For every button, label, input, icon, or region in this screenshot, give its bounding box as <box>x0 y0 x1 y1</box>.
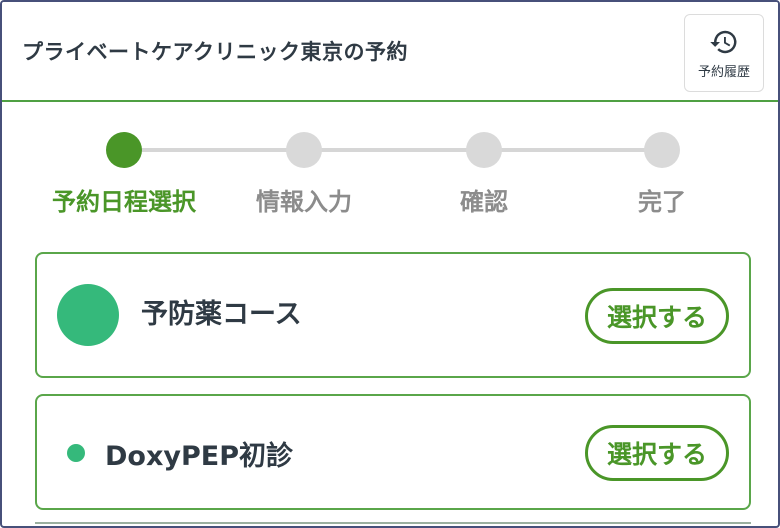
course-card-doxypep: DoxyPEP初診 選択する <box>35 394 751 510</box>
course-title: DoxyPEP初診 <box>105 441 293 472</box>
header: プライベートケアクリニック東京の予約 予約履歴 <box>2 2 778 102</box>
step-dot-2 <box>286 132 322 168</box>
step-label-info: 情報入力 <box>256 188 352 216</box>
history-label: 予約履歴 <box>697 64 750 80</box>
next-card-edge <box>35 522 751 526</box>
step-dot-1 <box>106 132 142 168</box>
select-course-button[interactable]: 選択する <box>585 425 729 481</box>
step-dot-4 <box>644 132 680 168</box>
step-label-schedule: 予約日程選択 <box>52 188 196 216</box>
reservation-history-button[interactable]: 予約履歴 <box>684 14 764 92</box>
progress-stepper: 予約日程選択 情報入力 確認 完了 <box>2 102 778 232</box>
step-label-confirm: 確認 <box>460 188 508 216</box>
course-color-dot <box>67 444 85 462</box>
course-title: 予防薬コース <box>141 299 302 330</box>
booking-screen: プライベートケアクリニック東京の予約 予約履歴 予約日程選択 情報入力 確認 完… <box>0 0 780 528</box>
step-dot-3 <box>466 132 502 168</box>
course-color-dot <box>57 284 119 346</box>
stepper-track <box>124 148 664 152</box>
step-label-complete: 完了 <box>638 188 686 216</box>
page-title: プライベートケアクリニック東京の予約 <box>22 40 408 64</box>
history-icon <box>710 30 737 53</box>
select-course-button[interactable]: 選択する <box>585 288 729 344</box>
course-card-prevention: 予防薬コース 選択する <box>35 252 751 378</box>
